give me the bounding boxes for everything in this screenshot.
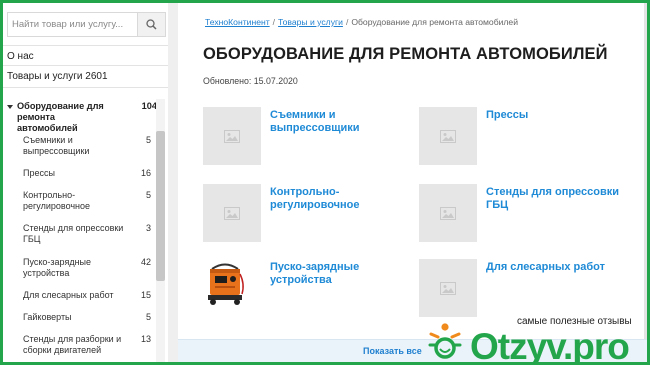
scrollbar-thumb[interactable] xyxy=(156,131,165,281)
category-thumbnail[interactable] xyxy=(419,259,477,317)
sidebar-subitem[interactable]: Контрольно-регулировочное 5 xyxy=(23,190,151,212)
category-card[interactable]: Контрольно-регулировочное xyxy=(203,184,423,248)
breadcrumb-link[interactable]: Товары и услуги xyxy=(278,17,343,27)
category-thumbnail[interactable] xyxy=(203,184,261,242)
show-all-button[interactable]: Показать все xyxy=(363,346,422,356)
category-name-link[interactable]: Контрольно-регулировочное xyxy=(270,186,405,212)
subitem-label: Пуско-зарядные устройства xyxy=(23,257,92,278)
sidebar-subitem[interactable]: Для слесарных работ 15 xyxy=(23,290,151,301)
subitem-label: Съемники и выпрессовщики xyxy=(23,135,90,156)
category-name-link[interactable]: Прессы xyxy=(486,109,621,122)
breadcrumb: ТехноКонтинент / Товары и услуги / Оборудова… xyxy=(205,17,518,27)
subitem-count: 15 xyxy=(140,290,151,300)
sidebar: О нас Товары и услуги 2601 Оборудование … xyxy=(3,3,168,362)
subitem-label: Стенды для разборки и сборки двигателей xyxy=(23,334,122,355)
search-icon xyxy=(146,19,157,30)
sidebar-subitem[interactable]: Съемники и выпрессовщики 5 xyxy=(23,135,151,157)
otzyv-watermark-logo: Otzyv.pro xyxy=(428,323,630,362)
sidebar-subitem[interactable]: Прессы 16 xyxy=(23,168,151,179)
subitem-count: 42 xyxy=(140,257,151,267)
category-name-link[interactable]: Стенды для опрессовки ГБЦ xyxy=(486,186,621,212)
main-content: ТехноКонтинент / Товары и услуги / Оборудова… xyxy=(178,3,647,362)
watermark-figure-icon xyxy=(428,323,462,359)
page-title: ОБОРУДОВАНИЕ ДЛЯ РЕМОНТА АВТОМОБИЛЕЙ xyxy=(203,45,608,63)
gutter xyxy=(168,3,178,362)
search-input[interactable] xyxy=(8,13,136,36)
subitem-count: 5 xyxy=(145,312,151,322)
page: О нас Товары и услуги 2601 Оборудование … xyxy=(3,3,647,362)
placeholder-image-icon xyxy=(440,129,456,143)
subitem-count: 13 xyxy=(140,334,151,344)
subitem-count: 5 xyxy=(145,135,151,145)
placeholder-image-icon xyxy=(440,281,456,295)
category-name-link[interactable]: Съемники и выпрессовщики xyxy=(270,109,405,135)
search-box xyxy=(7,12,166,37)
placeholder-image-icon xyxy=(440,206,456,220)
sidebar-subitem[interactable]: Пуско-зарядные устройства 42 xyxy=(23,257,151,279)
breadcrumb-current: Оборудование для ремонта автомобилей xyxy=(351,17,519,27)
search-button[interactable] xyxy=(137,13,165,36)
watermark-brand-text: Otzyv.pro xyxy=(470,326,629,362)
updated-date: Обновлено: 15.07.2020 xyxy=(203,76,298,86)
breadcrumb-link[interactable]: ТехноКонтинент xyxy=(205,17,270,27)
category-label: Оборудование для ремонта автомобилей xyxy=(17,101,104,133)
sidebar-subitem[interactable]: Стенды для разборки и сборки двигателей … xyxy=(23,334,151,356)
sidebar-subitem[interactable]: Стенды для опрессовки ГБЦ 3 xyxy=(23,223,151,245)
category-thumbnail[interactable] xyxy=(419,107,477,165)
subitem-count: 3 xyxy=(145,223,151,233)
subitem-label: Стенды для опрессовки ГБЦ xyxy=(23,223,124,244)
category-name-link[interactable]: Для слесарных работ xyxy=(486,261,621,274)
subitem-label: Гайковерты xyxy=(23,312,72,322)
divider xyxy=(3,65,168,66)
divider xyxy=(3,87,168,88)
category-count: 104 xyxy=(141,101,157,111)
scrollbar-track[interactable] xyxy=(644,3,647,339)
sidebar-item-about[interactable]: О нас xyxy=(7,51,34,62)
category-card[interactable]: Прессы xyxy=(419,107,639,171)
category-thumbnail[interactable] xyxy=(203,259,247,307)
breadcrumb-separator: / xyxy=(272,17,276,27)
subitem-label: Контрольно-регулировочное xyxy=(23,190,91,211)
subitem-count: 16 xyxy=(140,168,151,178)
category-card[interactable]: Стенды для опрессовки ГБЦ xyxy=(419,184,639,248)
sidebar-item-goods-services[interactable]: Товары и услуги 2601 xyxy=(7,71,108,82)
placeholder-image-icon xyxy=(224,206,240,220)
category-thumbnail[interactable] xyxy=(419,184,477,242)
breadcrumb-separator: / xyxy=(345,17,349,27)
placeholder-image-icon xyxy=(224,129,240,143)
category-card[interactable]: Для слесарных работ xyxy=(419,259,639,323)
category-name-link[interactable]: Пуско-зарядные устройства xyxy=(270,261,405,287)
subitem-label: Для слесарных работ xyxy=(23,290,114,300)
charger-photo xyxy=(208,263,244,305)
category-card[interactable]: Съемники и выпрессовщики xyxy=(203,107,423,171)
category-card[interactable]: Пуско-зарядные устройства xyxy=(203,259,423,323)
expand-triangle-icon xyxy=(7,105,13,109)
divider xyxy=(3,45,168,46)
subitem-count: 5 xyxy=(145,190,151,200)
subitem-label: Прессы xyxy=(23,168,55,178)
category-thumbnail[interactable] xyxy=(203,107,261,165)
sidebar-subitem[interactable]: Гайковерты 5 xyxy=(23,312,151,323)
